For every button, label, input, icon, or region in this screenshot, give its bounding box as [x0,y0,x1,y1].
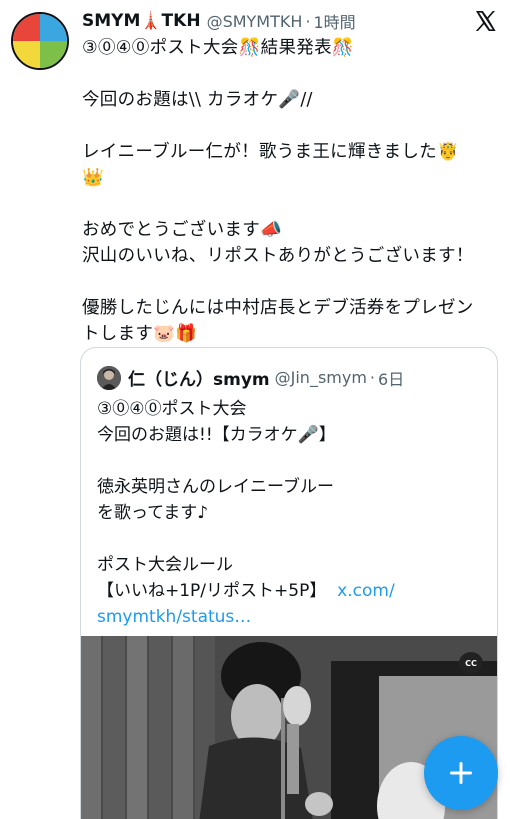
tweet-line: 沢山のいいね、リポストありがとうございます！ [82,246,474,266]
cc-icon[interactable]: CC [459,652,483,674]
quoted-line [97,448,487,474]
separator-dot: · [305,11,311,31]
quoted-line: ポスト大会ルール [97,555,233,575]
tweet-time[interactable]: 1時間 [314,9,356,33]
quoted-line: 徳永英明さんのレイニーブルー [97,477,334,497]
tweet-line: 今回のお題は\\ カラオケ🎤// [82,90,313,110]
compose-button[interactable] [424,736,498,810]
rules-text: 【いいね+1P/リポスト+5P】 [97,581,327,601]
status-link[interactable]: x.com/ [337,581,395,601]
x-logo-icon[interactable] [473,9,497,33]
quoted-header: 仁（じん）smym @Jin_smym · 6日 [97,365,404,390]
quoted-time: 6日 [378,369,405,389]
quoted-display-name: 仁（じん）smym [128,370,270,390]
plus-icon [450,762,472,784]
quoted-handle: @Jin_smym [274,368,367,387]
avatar-image [13,14,67,68]
quoted-avatar [97,365,121,390]
author-display-name[interactable]: SMYM🗼TKH [82,11,201,31]
tweet-line [82,269,497,295]
tweet-line [82,113,497,139]
author-avatar[interactable] [11,12,69,70]
quoted-text: ③⓪④⓪ポスト大会 今回のお題は!!【カラオケ🎤】 徳永英明さんのレイニーブルー… [97,396,487,630]
tweet-line [82,191,497,217]
tweet-line: ③⓪④⓪ポスト大会🎊結果発表🎊 [82,38,354,58]
tweet-line: レイニーブルー仁が！歌うま王に輝きました🤴 [82,142,460,162]
tweet-line: 👑 [82,168,105,188]
tweet-text: ③⓪④⓪ポスト大会🎊結果発表🎊 今回のお題は\\ カラオケ🎤// レイニーブルー… [82,35,497,347]
separator-dot: · [369,368,376,387]
quoted-line [97,526,487,552]
tweet-line [82,61,497,87]
tweet-line: トします🐷🎁 [82,324,198,344]
status-link[interactable]: smymtkh/status… [97,604,487,630]
author-handle[interactable]: @SMYMTKH [207,12,303,31]
tweet[interactable]: SMYM🗼TKH @SMYMTKH · 1時間 ③⓪④⓪ポスト大会🎊結果発表🎊 … [0,0,510,819]
tweet-line: おめでとうございます📣 [82,220,283,240]
quoted-line: 【いいね+1P/リポスト+5P】 x.com/ [97,578,487,604]
quoted-line: を歌ってます♪ [97,503,209,523]
quoted-line: 今回のお題は!!【カラオケ🎤】 [97,425,336,445]
quoted-line: ③⓪④⓪ポスト大会 [97,399,247,419]
tweet-line: 優勝したじんには中村店長とデブ活券をプレゼン [82,298,474,318]
tweet-header: SMYM🗼TKH @SMYMTKH · 1時間 [82,9,356,33]
